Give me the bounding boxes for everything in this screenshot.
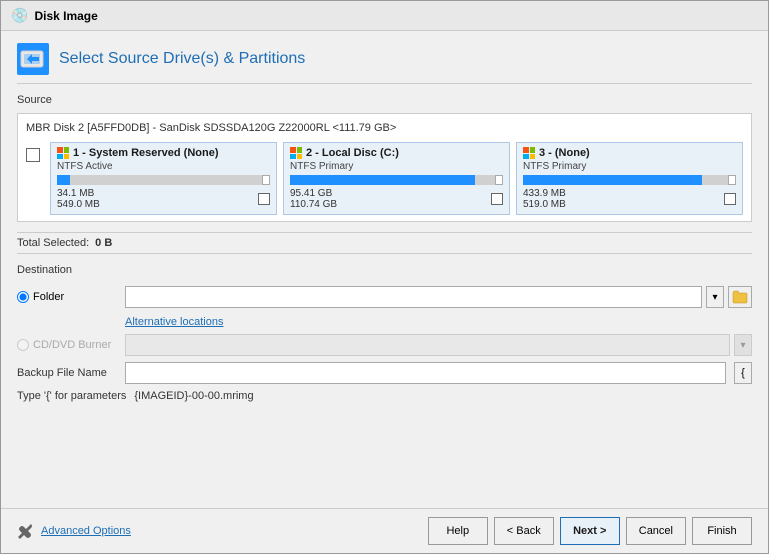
partition-1-end	[262, 175, 270, 185]
folder-radio-text: Folder	[33, 291, 64, 303]
destination-label: Destination	[17, 264, 752, 276]
backup-file-name-row: Backup File Name {	[17, 362, 752, 384]
partition-3-end	[728, 175, 736, 185]
partition-card-2: 2 - Local Disc (C:) NTFS Primary 95.41 G…	[283, 142, 510, 215]
alt-locations-row: Alternative locations	[17, 314, 752, 328]
partition-3-title: 3 - (None)	[523, 147, 736, 159]
partition-2-end	[495, 175, 503, 185]
chevron-down-icon: ▾	[712, 292, 717, 303]
partition-3-type: NTFS Primary	[523, 161, 736, 172]
cancel-button[interactable]: Cancel	[626, 517, 686, 545]
cddvd-radio[interactable]	[17, 339, 29, 351]
main-window: 💿 Disk Image Select Source Drive(s) & Pa…	[0, 0, 769, 554]
partition-2-checkbox[interactable]	[491, 193, 503, 205]
backup-file-name-input[interactable]	[125, 362, 726, 384]
destination-section: Destination Folder ▾	[17, 264, 752, 402]
partition-2-fill	[290, 175, 475, 185]
cddvd-input-row: ▾	[125, 334, 752, 356]
cddvd-disabled-input	[125, 334, 730, 356]
partitions-row: 1 - System Reserved (None) NTFS Active 3…	[26, 142, 743, 215]
partition-2-title: 2 - Local Disc (C:)	[290, 147, 503, 159]
partition-1-bar	[57, 175, 270, 185]
title-bar-label: Disk Image	[34, 9, 97, 23]
partition-1-title: 1 - System Reserved (None)	[57, 147, 270, 159]
backup-file-name-label: Backup File Name	[17, 367, 117, 379]
source-label: Source	[17, 94, 52, 106]
partition-1-used: 34.1 MB 549.0 MB	[57, 188, 100, 210]
disk-checkbox[interactable]	[26, 148, 40, 162]
win-logo-2	[290, 147, 302, 159]
page-title: Select Source Drive(s) & Partitions	[59, 50, 305, 68]
folder-textbox[interactable]	[125, 286, 702, 308]
footer-left: Advanced Options	[17, 522, 131, 540]
cddvd-radio-label[interactable]: CD/DVD Burner	[17, 339, 117, 351]
main-content: Select Source Drive(s) & Partitions Sour…	[1, 31, 768, 508]
type-params-row: Type '{' for parameters {IMAGEID}-00-00.…	[17, 390, 752, 402]
wrench-icon	[17, 522, 35, 540]
title-bar-icon: 💿	[11, 7, 28, 24]
folder-radio[interactable]	[17, 291, 29, 303]
help-button[interactable]: Help	[428, 517, 488, 545]
partition-1-fill	[57, 175, 70, 185]
partition-1-name: 1 - System Reserved (None)	[73, 147, 219, 159]
partition-2-type: NTFS Primary	[290, 161, 503, 172]
backup-params-btn[interactable]: {	[734, 362, 752, 384]
total-selected-value: 0 B	[95, 237, 112, 249]
partition-3-fill	[523, 175, 702, 185]
next-button[interactable]: Next >	[560, 517, 620, 545]
partition-2-used: 95.41 GB 110.74 GB	[290, 188, 337, 210]
partition-3-sizes: 433.9 MB 519.0 MB	[523, 188, 736, 210]
footer: Advanced Options Help < Back Next > Canc…	[1, 508, 768, 553]
cddvd-radio-text: CD/DVD Burner	[33, 339, 111, 351]
folder-radio-label[interactable]: Folder	[17, 291, 117, 303]
folder-icon	[732, 290, 748, 304]
title-bar: 💿 Disk Image	[1, 1, 768, 31]
back-button[interactable]: < Back	[494, 517, 554, 545]
page-header-icon	[17, 43, 49, 75]
partition-1-checkbox[interactable]	[258, 193, 270, 205]
alt-locations-link[interactable]: Alternative locations	[125, 316, 223, 328]
disk-header: MBR Disk 2 [A5FFD0DB] - SanDisk SDSSDA12…	[26, 120, 743, 136]
partition-3-name: 3 - (None)	[539, 147, 590, 159]
win-logo-1	[57, 147, 69, 159]
partition-2-sizes: 95.41 GB 110.74 GB	[290, 188, 503, 210]
win-logo-3	[523, 147, 535, 159]
partition-3-checkbox[interactable]	[724, 193, 736, 205]
cddvd-row: CD/DVD Burner ▾	[17, 334, 752, 356]
folder-input-row: ▾	[125, 286, 752, 308]
folder-dropdown-btn[interactable]: ▾	[706, 286, 724, 308]
partition-card-1: 1 - System Reserved (None) NTFS Active 3…	[50, 142, 277, 215]
partition-3-bar	[523, 175, 736, 185]
total-selected-row: Total Selected: 0 B	[17, 232, 752, 254]
partition-card-3: 3 - (None) NTFS Primary 433.9 MB 519.0 M…	[516, 142, 743, 215]
cddvd-disabled-dropdown: ▾	[734, 334, 752, 356]
footer-buttons: Help < Back Next > Cancel Finish	[428, 517, 752, 545]
page-header: Select Source Drive(s) & Partitions	[17, 43, 752, 84]
folder-row: Folder ▾	[17, 286, 752, 308]
partition-3-used: 433.9 MB 519.0 MB	[523, 188, 566, 210]
disk-checkbox-area	[26, 142, 44, 162]
partition-1-sizes: 34.1 MB 549.0 MB	[57, 188, 270, 210]
partition-1-type: NTFS Active	[57, 161, 270, 172]
type-params-value: {IMAGEID}-00-00.mrimg	[134, 390, 253, 402]
partition-2-bar	[290, 175, 503, 185]
folder-browse-btn[interactable]	[728, 286, 752, 308]
source-section: Source MBR Disk 2 [A5FFD0DB] - SanDisk S…	[17, 94, 752, 222]
source-box: MBR Disk 2 [A5FFD0DB] - SanDisk SDSSDA12…	[17, 113, 752, 222]
total-selected-label: Total Selected:	[17, 237, 89, 249]
advanced-options-link[interactable]: Advanced Options	[41, 525, 131, 537]
type-params-label: Type '{' for parameters	[17, 390, 126, 402]
finish-button[interactable]: Finish	[692, 517, 752, 545]
partition-2-name: 2 - Local Disc (C:)	[306, 147, 399, 159]
